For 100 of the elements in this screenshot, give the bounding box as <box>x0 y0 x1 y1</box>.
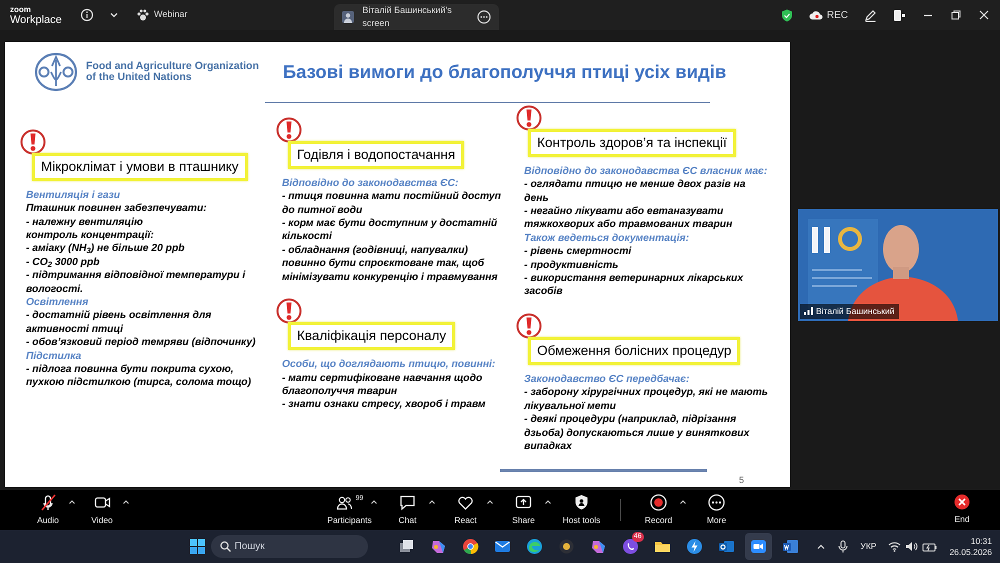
end-icon <box>954 494 970 510</box>
window-stack-icon <box>398 538 414 555</box>
meeting-type-label: Webinar <box>154 8 188 22</box>
page-number: 5 <box>739 474 744 486</box>
section-heading: Годівля і водопостачання <box>288 140 464 169</box>
heart-icon <box>457 494 474 511</box>
section-heading: Кваліфікація персоналу <box>288 322 456 350</box>
chat-icon <box>399 494 416 511</box>
toolbar-share-button[interactable]: Share <box>498 494 550 526</box>
recording-indicator[interactable]: REC <box>808 8 848 22</box>
bullet-text: - підтримання відповідної температури і вологості. <box>26 269 246 296</box>
document-icon <box>782 538 798 555</box>
lightning-icon <box>686 538 702 555</box>
info-icon[interactable] <box>80 8 94 22</box>
caret-up-icon[interactable] <box>122 498 130 506</box>
bullet-text: - аміаку (NH$_{3}$) не більше 20 ppb <box>26 242 186 256</box>
subheading: Вентиляція і гази <box>26 188 122 202</box>
share-icon <box>515 494 532 511</box>
toolbar-chat-button[interactable]: Chat <box>382 494 434 526</box>
video-app-icon <box>750 538 766 555</box>
section-heading: Контроль здоров’я та інспекції <box>528 128 736 157</box>
chat-app-icon <box>622 538 638 555</box>
bullet-text: - належну вентиляцію <box>26 216 144 229</box>
exit-icon[interactable] <box>893 8 906 22</box>
shield-icon <box>573 494 590 511</box>
browser-icon <box>526 538 542 555</box>
app-icon <box>430 538 446 555</box>
paw-icon <box>136 8 150 22</box>
avatar-icon <box>342 11 354 23</box>
subheading: Законодавство ЄС передбачає: <box>524 373 690 386</box>
toolbar-video-button[interactable]: Video <box>76 494 128 526</box>
bullet-text: - рівень смертності <box>524 245 632 259</box>
bullet-text: - обладнання (годівниці, напувалки) повинно бути спроєктоване так, щоб мінімізувати конкуренцію і травмування <box>282 244 499 284</box>
bullet-text: - використання ветеринарних лікарських засобів <box>524 272 744 299</box>
slide-title: Базові вимоги до благополуччя птиці усіх видів <box>282 60 726 84</box>
signal-icon <box>804 307 813 316</box>
bullet-text: - достатній рівень освітлення для активності птиці <box>26 309 212 336</box>
bullet-text: - заборону хірургічних процедур, які не мають лікувальної мети <box>524 386 769 414</box>
end-button[interactable]: End <box>936 494 988 526</box>
bullet-text: - птиця повинна мати постійний доступ до питної води <box>282 190 502 217</box>
caret-up-icon[interactable] <box>68 498 76 506</box>
mail-icon <box>718 538 734 555</box>
exclamation-icon <box>516 312 542 339</box>
toolbar-audio-button[interactable]: Audio <box>22 494 74 526</box>
windows-start-icon[interactable] <box>188 538 206 555</box>
subheading: Також ведеться документація: <box>524 232 690 246</box>
exclamation-icon <box>276 116 302 142</box>
subheading: Відповідно до законодавства ЄС власник має: <box>524 164 768 178</box>
more-icon[interactable] <box>477 10 492 24</box>
lens-icon <box>558 538 574 555</box>
exclamation-icon <box>516 104 542 130</box>
bullet-text: - продуктивність <box>524 258 620 272</box>
cloud-icon <box>808 10 823 20</box>
taskbar-app-button[interactable] <box>744 533 772 560</box>
section-heading: Обмеження болісних процедур <box>528 336 740 366</box>
mail-icon <box>494 538 510 555</box>
caret-up-icon[interactable] <box>486 498 494 506</box>
shield-icon[interactable] <box>780 8 793 22</box>
bullet-text: - CO$_{2}$ 3000 ppb <box>26 256 101 270</box>
exclamation-icon <box>20 128 46 154</box>
subheading: Відповідно до законодавства ЄС: <box>282 176 460 190</box>
bullet-text: - негайно лікувати або евтаназувати тяжкохворих або травмованих тварин <box>524 204 734 232</box>
bullet-text: Пташник повинен забезпечувати: <box>26 202 208 216</box>
subheading: Особи, що доглядають птицю, повинні: <box>282 358 496 372</box>
toolbar-more-button[interactable]: More <box>690 494 742 526</box>
participant-name-label: Віталій Башинський <box>800 304 899 318</box>
pen-icon[interactable] <box>864 8 877 22</box>
toolbar-react-button[interactable]: React <box>440 494 492 526</box>
bullet-text: - оглядати птицю не менше двох разів на день <box>524 178 746 205</box>
bullet-text: контроль концентрації: <box>26 228 155 242</box>
language-indicator[interactable]: УКР <box>860 540 876 553</box>
restore-icon[interactable] <box>950 9 962 21</box>
search-icon <box>220 541 230 552</box>
browser-icon <box>462 538 478 555</box>
bullet-text: - корм має бути доступним у достатній кількості <box>282 216 498 244</box>
clock[interactable]: 10:31 26.05.2026 <box>949 536 992 558</box>
subheading: Освітлення <box>26 296 90 310</box>
bullet-text: - мати сертифіковане навчання щодо благополуччя тварин <box>282 372 484 398</box>
wifi-icon[interactable] <box>888 541 902 552</box>
caret-up-icon[interactable] <box>678 498 686 506</box>
organization-name: Food and Agriculture Organization of the United Nations <box>86 61 259 83</box>
close-icon[interactable] <box>978 9 990 21</box>
toolbar-host-button[interactable]: Host tools <box>556 494 608 526</box>
caret-up-icon[interactable] <box>428 498 436 506</box>
caret-up-icon[interactable] <box>370 498 378 506</box>
caret-up-icon[interactable] <box>544 498 552 506</box>
record-icon <box>650 494 667 511</box>
toolbar-record-button[interactable]: Record <box>632 494 684 526</box>
bullet-text: - знати ознаки стресу, хвороб і травм <box>282 398 487 412</box>
subheading: Підстилка <box>26 350 82 364</box>
search-field[interactable]: Пошук <box>210 535 368 558</box>
more-icon <box>708 494 725 511</box>
exclamation-icon <box>276 298 302 324</box>
bullet-text: - деякі процедури (наприклад, підрізання дзьоба) допускаються лише у виняткових випадках <box>524 413 750 454</box>
microphone-icon[interactable] <box>838 540 848 553</box>
share-tab[interactable]: Віталій Башинський's screen <box>334 4 500 30</box>
battery-icon[interactable] <box>922 542 938 552</box>
app-icon <box>590 538 606 555</box>
globe-logo-icon <box>34 52 78 92</box>
volume-icon[interactable] <box>905 541 918 552</box>
